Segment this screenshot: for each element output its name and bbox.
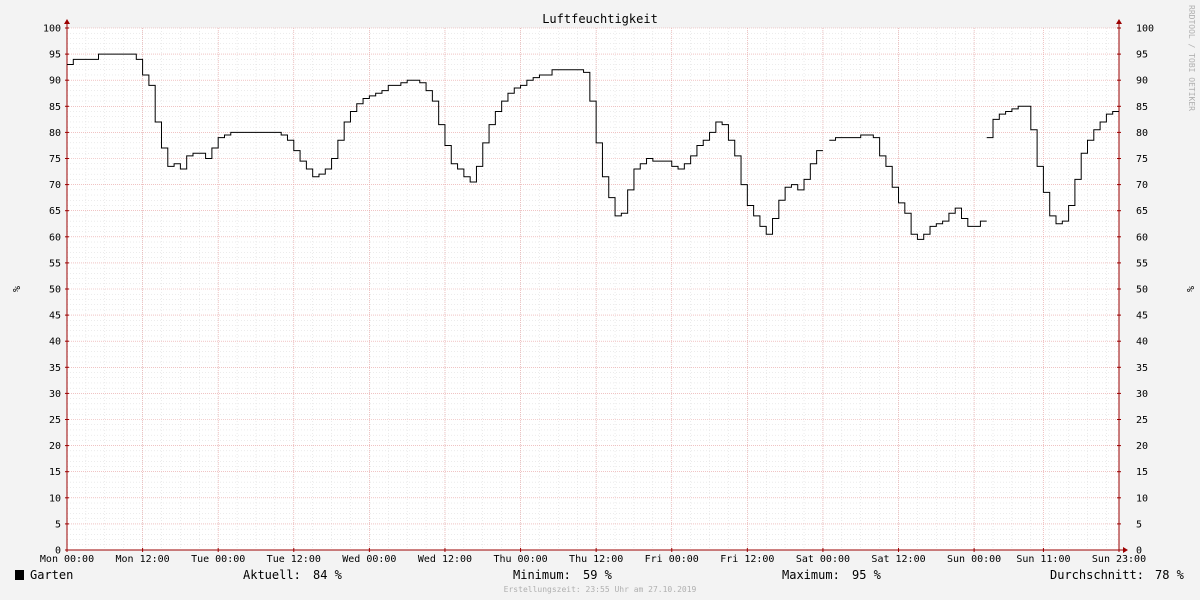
y-tick-label-right: 20 <box>1136 441 1148 452</box>
y-tick-label-right: 90 <box>1136 76 1148 87</box>
y-tick-label-left: 80 <box>49 128 61 139</box>
y-tick-label-left: 90 <box>49 76 61 87</box>
x-tick-label: Sat 00:00 <box>796 554 850 565</box>
legend-durchschnitt-label: Durchschnitt: <box>1050 568 1144 582</box>
legend-aktuell-value: 84 % <box>313 568 343 582</box>
y-tick-label-left: 95 <box>49 50 61 61</box>
chart: 0 0 5 5 10 10 15 15 20 20 25 25 30 30 35 35 40 40 45 45 50 50… <box>0 0 1200 600</box>
legend-minimum-label: Minimum: <box>513 568 571 582</box>
y-tick-label-right: 85 <box>1136 102 1148 113</box>
legend-durchschnitt-value: 78 % <box>1155 568 1185 582</box>
x-tick-label: Wed 12:00 <box>418 554 472 565</box>
x-tick-label: Thu 00:00 <box>493 554 547 565</box>
x-tick-label: Wed 00:00 <box>342 554 396 565</box>
y-tick-label-right: 70 <box>1136 180 1148 191</box>
legend-minimum-value: 59 % <box>583 568 613 582</box>
legend-series-name: Garten <box>30 568 73 582</box>
legend-maximum-value: 95 % <box>852 568 882 582</box>
legend-maximum-label: Maximum: <box>782 568 840 582</box>
y-tick-label-right: 40 <box>1136 337 1148 348</box>
y-tick-label-left: 15 <box>49 467 61 478</box>
y-tick-label-left: 35 <box>49 363 61 374</box>
y-tick-label-left: 100 <box>43 24 61 35</box>
y-tick-label-right: 60 <box>1136 232 1148 243</box>
y-tick-label-left: 55 <box>49 258 61 269</box>
y-tick-label-left: 75 <box>49 154 61 165</box>
legend-aktuell-label: Aktuell: <box>243 568 301 582</box>
x-tick-label: Sun 11:00 <box>1016 554 1070 565</box>
x-tick-label: Fri 00:00 <box>645 554 699 565</box>
y-tick-label-left: 70 <box>49 180 61 191</box>
y-tick-label-right: 80 <box>1136 128 1148 139</box>
y-tick-label-right: 45 <box>1136 311 1148 322</box>
y-tick-label-left: 60 <box>49 232 61 243</box>
y-tick-label-right: 15 <box>1136 467 1148 478</box>
y-tick-label-left: 30 <box>49 389 61 400</box>
y-tick-label-right: 10 <box>1136 493 1148 504</box>
y-tick-label-right: 55 <box>1136 258 1148 269</box>
y-tick-label-right: 30 <box>1136 389 1148 400</box>
x-tick-label: Fri 12:00 <box>720 554 774 565</box>
y-axis-label-right: % <box>1184 286 1195 292</box>
y-tick-label-right: 50 <box>1136 285 1148 296</box>
x-tick-label: Tue 00:00 <box>191 554 245 565</box>
y-tick-label-left: 5 <box>55 519 61 530</box>
x-tick-label: Sat 12:00 <box>871 554 925 565</box>
chart-title: Luftfeuchtigkeit <box>542 12 658 26</box>
y-tick-label-right: 25 <box>1136 415 1148 426</box>
x-tick-label: Thu 12:00 <box>569 554 623 565</box>
y-axis-label-left: % <box>10 286 21 292</box>
y-tick-label-left: 45 <box>49 311 61 322</box>
legend-swatch-garten <box>15 570 24 580</box>
y-tick-label-left: 20 <box>49 441 61 452</box>
chart-svg: 0 05 510 1015 1520 2025 2530 3035 3540 4045 4550 50… <box>0 0 1200 600</box>
x-tick-label: Mon 12:00 <box>115 554 169 565</box>
footer-timestamp: Erstellungszeit: 23:55 Uhr am 27.10.2019 <box>504 585 697 594</box>
x-tick-label: Sun 23:00 <box>1092 554 1146 565</box>
y-tick-label-left: 10 <box>49 493 61 504</box>
y-tick-label-left: 25 <box>49 415 61 426</box>
y-tick-label-left: 40 <box>49 337 61 348</box>
watermark: RRDTOOL / TOBI OETIKER <box>1187 5 1196 111</box>
y-tick-label-left: 65 <box>49 206 61 217</box>
x-tick-label: Tue 12:00 <box>267 554 321 565</box>
y-tick-label-right: 95 <box>1136 50 1148 61</box>
y-tick-label-right: 5 <box>1136 519 1142 530</box>
y-tick-label-right: 75 <box>1136 154 1148 165</box>
x-tick-label: Sun 00:00 <box>947 554 1001 565</box>
y-tick-label-left: 50 <box>49 285 61 296</box>
y-tick-label-left: 85 <box>49 102 61 113</box>
y-tick-label-right: 65 <box>1136 206 1148 217</box>
y-tick-label-right: 100 <box>1136 24 1154 35</box>
y-tick-label-right: 35 <box>1136 363 1148 374</box>
x-tick-label: Mon 00:00 <box>40 554 94 565</box>
